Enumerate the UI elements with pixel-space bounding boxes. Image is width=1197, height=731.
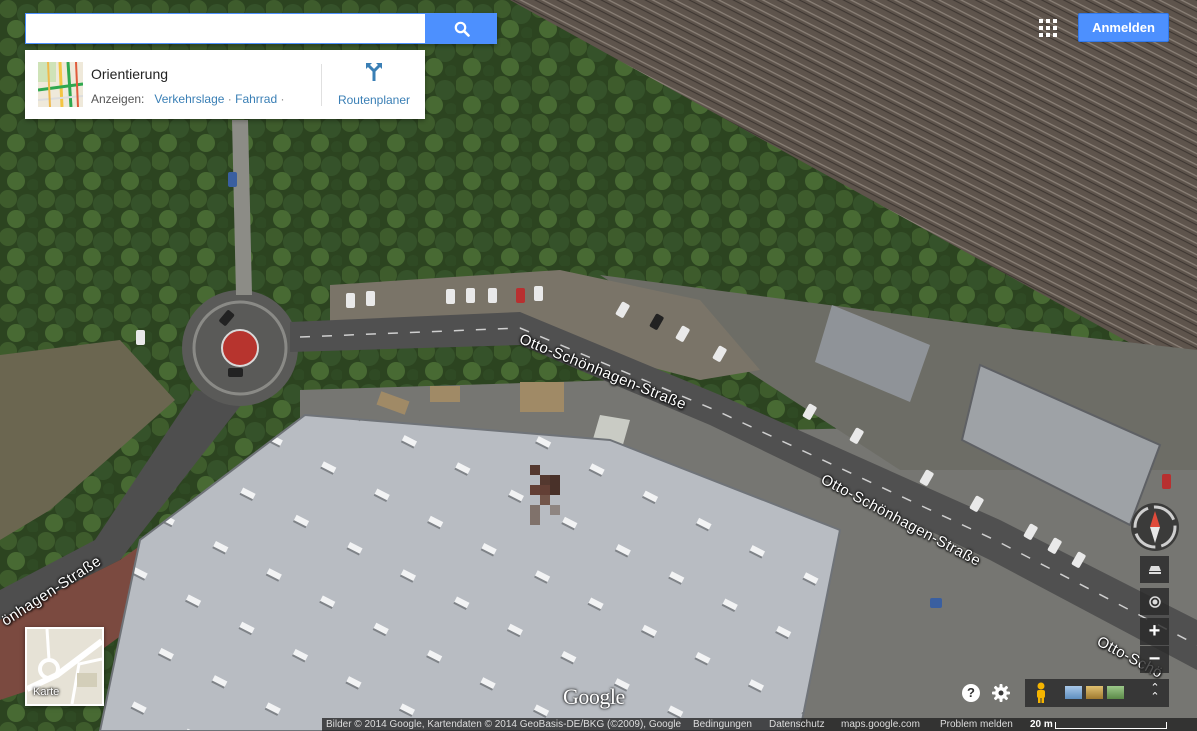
my-location-icon — [1148, 595, 1161, 608]
directions-label: Routenplaner — [337, 93, 411, 107]
card-title: Orientierung — [91, 66, 169, 82]
pegman-icon — [1037, 682, 1045, 703]
traffic-link[interactable]: Verkehrslage — [154, 92, 224, 106]
map-toggle-label: Karte — [33, 686, 60, 698]
scale-bar[interactable] — [1055, 722, 1167, 729]
privacy-link[interactable]: Datenschutz — [769, 719, 825, 730]
bicycle-link[interactable]: Fahrrad — [235, 92, 277, 106]
pegman-button[interactable] — [1034, 682, 1048, 704]
show-label: Anzeigen: — [91, 92, 145, 106]
expand-icon[interactable]: ⌃ ⌃ — [1148, 683, 1162, 703]
help-button[interactable]: ? — [962, 684, 980, 702]
directions-button[interactable]: Routenplaner — [330, 62, 418, 110]
settings-button[interactable] — [991, 683, 1011, 703]
zoom-in-button[interactable]: + — [1140, 618, 1169, 645]
apps-grid-icon[interactable] — [1039, 19, 1057, 37]
gear-icon — [992, 684, 1010, 702]
orientation-card: Orientierung Anzeigen: Verkehrslage · Fa… — [25, 50, 425, 119]
compass-control[interactable] — [1131, 503, 1179, 551]
traffic-map-thumbnail[interactable] — [38, 62, 83, 107]
imagery-credit: Bilder © 2014 Google, Kartendaten © 2014… — [326, 719, 682, 730]
terms-link[interactable]: Bedingungen — [693, 719, 752, 730]
separator: · — [227, 92, 232, 106]
tilt-button[interactable] — [1140, 556, 1169, 583]
search-button[interactable] — [426, 13, 497, 44]
imagery-thumbnail-1[interactable] — [1065, 686, 1082, 699]
layers-panel: ⌃ ⌃ — [1025, 679, 1169, 707]
search-icon — [454, 21, 470, 37]
site-link[interactable]: maps.google.com — [841, 719, 920, 730]
map-view-toggle[interactable]: Karte — [25, 627, 104, 706]
layer-links: Anzeigen: Verkehrslage · Fahrrad · — [91, 92, 285, 106]
tilt-icon — [1148, 565, 1161, 574]
search-input[interactable] — [25, 13, 426, 44]
google-logo: Google — [563, 684, 625, 709]
card-divider — [321, 64, 322, 106]
zoom-out-button[interactable]: − — [1140, 646, 1169, 673]
compass-icon — [1133, 505, 1177, 549]
imagery-thumbnail-2[interactable] — [1086, 686, 1103, 699]
imagery-thumbnail-3[interactable] — [1107, 686, 1124, 699]
traffic-map-icon — [38, 62, 83, 107]
directions-icon — [366, 63, 382, 81]
scale-label[interactable]: 20 m — [1030, 719, 1053, 730]
search-box — [25, 13, 497, 44]
sign-in-button[interactable]: Anmelden — [1078, 13, 1169, 42]
report-problem-link[interactable]: Problem melden — [940, 719, 1013, 730]
footer-bar: Bilder © 2014 Google, Kartendaten © 2014… — [322, 718, 1197, 731]
my-location-button[interactable] — [1140, 588, 1169, 615]
separator: · — [280, 92, 285, 106]
